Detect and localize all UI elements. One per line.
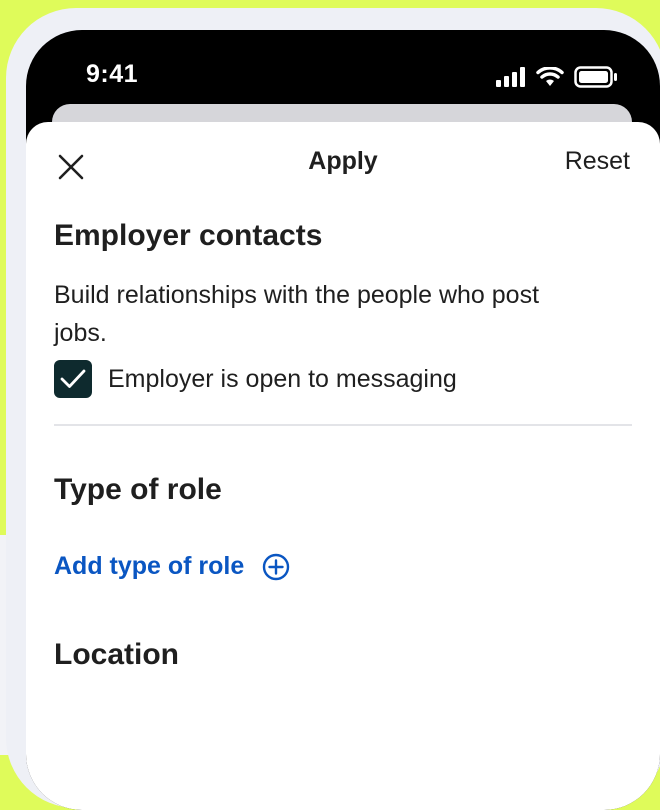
battery-icon: [574, 66, 617, 88]
signal-icon: [496, 67, 525, 87]
phone-screen: 9:41 Apply Reset Employer contacts Build…: [26, 30, 660, 810]
reset-button[interactable]: Reset: [565, 144, 630, 178]
add-type-of-role-button[interactable]: Add type of role: [54, 552, 290, 581]
employer-messaging-label: Employer is open to messaging: [108, 364, 457, 393]
employer-contacts-title: Employer contacts: [54, 219, 323, 252]
apply-button[interactable]: Apply: [308, 147, 377, 175]
status-icons: [496, 66, 618, 88]
status-time: 9:41: [86, 60, 139, 88]
section-divider: [54, 424, 632, 426]
filter-sheet: Apply Reset Employer contacts Build rela…: [26, 122, 660, 810]
status-bar: 9:41: [26, 30, 660, 110]
employer-messaging-checkbox[interactable]: [54, 360, 92, 398]
add-type-of-role-label: Add type of role: [54, 552, 245, 580]
type-of-role-title: Type of role: [54, 473, 222, 506]
phone-frame: 9:41 Apply Reset Employer contacts Build…: [6, 8, 660, 810]
checkmark-icon: [60, 369, 86, 388]
location-title: Location: [54, 638, 179, 671]
employer-contacts-description: Build relationships with the people who …: [54, 281, 540, 347]
wifi-icon: [536, 67, 564, 86]
filter-content: Employer contacts Build relationships wi…: [54, 216, 632, 675]
employer-messaging-option[interactable]: Employer is open to messaging: [54, 360, 632, 398]
plus-circle-icon: [263, 553, 290, 580]
sheet-header: Apply Reset: [26, 144, 660, 192]
